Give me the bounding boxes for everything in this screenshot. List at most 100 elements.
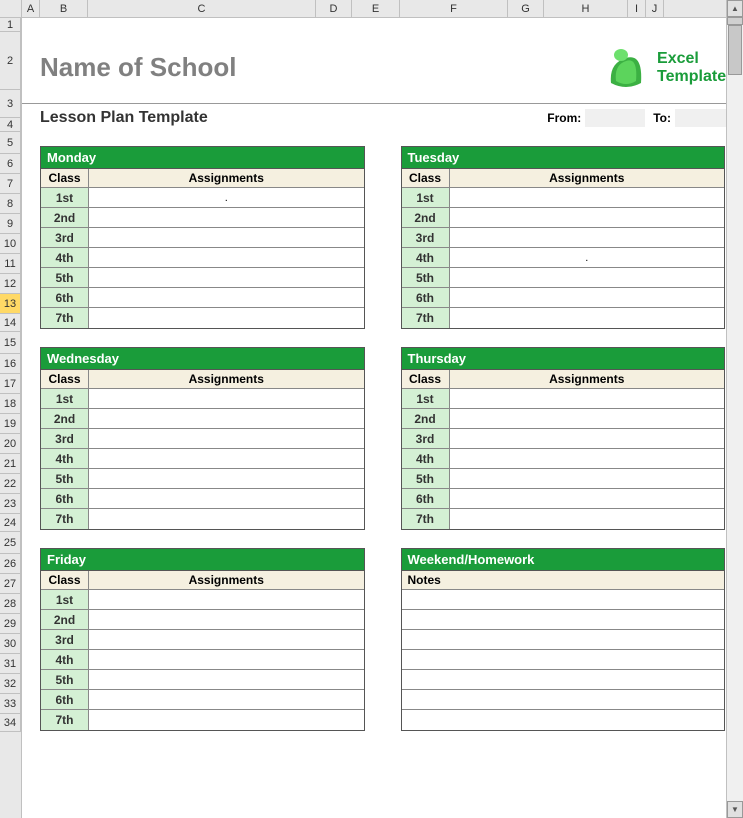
row-header-30[interactable]: 30 — [0, 634, 21, 654]
assignment-cell[interactable] — [89, 670, 364, 689]
row-header-11[interactable]: 11 — [0, 254, 21, 274]
row-header-13[interactable]: 13 — [0, 294, 21, 314]
period-cell[interactable]: 7th — [402, 308, 450, 328]
select-all-corner[interactable] — [0, 0, 22, 17]
column-header-H[interactable]: H — [544, 0, 628, 17]
period-cell[interactable]: 3rd — [41, 630, 89, 649]
period-cell[interactable]: 2nd — [41, 208, 89, 227]
row-header-15[interactable]: 15 — [0, 332, 21, 354]
period-cell[interactable]: 3rd — [402, 429, 450, 448]
notes-cell[interactable] — [402, 590, 725, 609]
notes-cell[interactable] — [402, 610, 725, 629]
period-cell[interactable]: 1st — [41, 389, 89, 408]
assignment-cell[interactable] — [450, 489, 725, 508]
row-header-6[interactable]: 6 — [0, 154, 21, 174]
day-header[interactable]: Wednesday — [41, 348, 364, 370]
period-cell[interactable]: 6th — [402, 288, 450, 307]
assignment-cell[interactable] — [450, 188, 725, 207]
row-header-26[interactable]: 26 — [0, 554, 21, 574]
assignment-cell[interactable] — [450, 449, 725, 468]
period-cell[interactable]: 7th — [402, 509, 450, 529]
row-header-10[interactable]: 10 — [0, 234, 21, 254]
period-cell[interactable]: 3rd — [41, 429, 89, 448]
assignment-cell[interactable] — [450, 409, 725, 428]
assignment-cell[interactable] — [89, 248, 364, 267]
assignment-cell[interactable] — [450, 469, 725, 488]
period-cell[interactable]: 4th — [402, 248, 450, 267]
period-cell[interactable]: 7th — [41, 509, 89, 529]
row-header-23[interactable]: 23 — [0, 494, 21, 514]
row-header-28[interactable]: 28 — [0, 594, 21, 614]
assignment-cell[interactable] — [89, 449, 364, 468]
period-cell[interactable]: 2nd — [402, 409, 450, 428]
row-header-1[interactable]: 1 — [0, 18, 21, 32]
vertical-scrollbar[interactable]: ▲ ▼ — [726, 0, 743, 818]
assignment-cell[interactable] — [89, 389, 364, 408]
row-header-27[interactable]: 27 — [0, 574, 21, 594]
row-header-12[interactable]: 12 — [0, 274, 21, 294]
period-cell[interactable]: 1st — [402, 389, 450, 408]
assignment-cell[interactable] — [450, 429, 725, 448]
column-header-C[interactable]: C — [88, 0, 316, 17]
assignment-cell[interactable] — [89, 228, 364, 247]
row-header-8[interactable]: 8 — [0, 194, 21, 214]
row-header-19[interactable]: 19 — [0, 414, 21, 434]
split-box[interactable] — [727, 17, 743, 25]
row-header-18[interactable]: 18 — [0, 394, 21, 414]
period-cell[interactable]: 3rd — [41, 228, 89, 247]
assignment-cell[interactable] — [89, 710, 364, 730]
period-cell[interactable]: 6th — [41, 288, 89, 307]
column-header-J[interactable]: J — [646, 0, 664, 17]
row-header-32[interactable]: 32 — [0, 674, 21, 694]
assignment-cell[interactable] — [89, 590, 364, 609]
column-header-I[interactable]: I — [628, 0, 646, 17]
assignment-cell[interactable] — [89, 429, 364, 448]
period-cell[interactable]: 4th — [41, 650, 89, 669]
assignment-cell[interactable] — [450, 288, 725, 307]
period-cell[interactable]: 2nd — [41, 610, 89, 629]
day-header[interactable]: Friday — [41, 549, 364, 571]
row-header-4[interactable]: 4 — [0, 118, 21, 132]
row-header-2[interactable]: 2 — [0, 32, 21, 90]
assignment-cell[interactable] — [89, 409, 364, 428]
period-cell[interactable]: 5th — [41, 268, 89, 287]
assignment-cell[interactable] — [89, 650, 364, 669]
assignment-cell[interactable] — [450, 228, 725, 247]
notes-cell[interactable] — [402, 690, 725, 709]
period-cell[interactable]: 6th — [41, 690, 89, 709]
assignment-cell[interactable] — [89, 509, 364, 529]
subtitle[interactable]: Lesson Plan Template — [40, 109, 547, 127]
notes-cell[interactable] — [402, 710, 725, 730]
notes-cell[interactable] — [402, 630, 725, 649]
period-cell[interactable]: 5th — [41, 670, 89, 689]
notes-cell[interactable] — [402, 670, 725, 689]
period-cell[interactable]: 7th — [41, 308, 89, 328]
row-header-17[interactable]: 17 — [0, 374, 21, 394]
period-cell[interactable]: 4th — [402, 449, 450, 468]
period-cell[interactable]: 2nd — [41, 409, 89, 428]
row-header-22[interactable]: 22 — [0, 474, 21, 494]
day-header[interactable]: Weekend/Homework — [402, 549, 725, 571]
column-header-F[interactable]: F — [400, 0, 508, 17]
period-cell[interactable]: 1st — [402, 188, 450, 207]
row-header-16[interactable]: 16 — [0, 354, 21, 374]
period-cell[interactable]: 6th — [41, 489, 89, 508]
school-name[interactable]: Name of School — [40, 52, 601, 83]
worksheet[interactable]: Name of School Excel Templates — [22, 18, 743, 800]
column-header-B[interactable]: B — [40, 0, 88, 17]
assignment-cell[interactable] — [89, 208, 364, 227]
assignment-cell[interactable] — [89, 489, 364, 508]
row-header-24[interactable]: 24 — [0, 514, 21, 532]
assignment-cell[interactable] — [89, 469, 364, 488]
day-header[interactable]: Thursday — [402, 348, 725, 370]
period-cell[interactable]: 1st — [41, 188, 89, 207]
column-header-E[interactable]: E — [352, 0, 400, 17]
notes-cell[interactable] — [402, 650, 725, 669]
scroll-track[interactable] — [727, 25, 743, 801]
period-cell[interactable]: 5th — [402, 469, 450, 488]
scroll-up-button[interactable]: ▲ — [727, 0, 743, 17]
day-header[interactable]: Monday — [41, 147, 364, 169]
period-cell[interactable]: 6th — [402, 489, 450, 508]
column-header-A[interactable]: A — [22, 0, 40, 17]
period-cell[interactable]: 5th — [41, 469, 89, 488]
